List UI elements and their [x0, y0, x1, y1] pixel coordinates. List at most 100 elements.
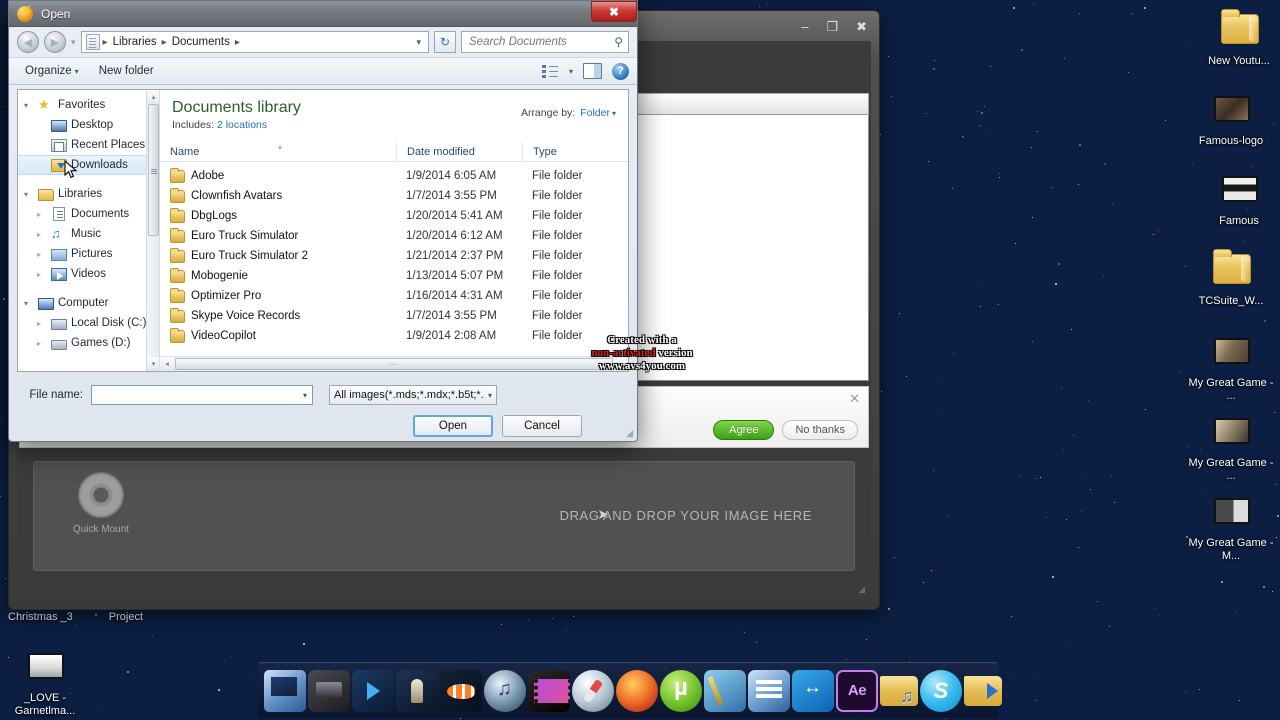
file-list-pane[interactable]: Documents library Includes: 2 locations …	[160, 90, 628, 371]
resize-grip-icon[interactable]: ◢	[626, 428, 633, 439]
column-header-date-modified[interactable]: Date modified	[396, 142, 522, 161]
dock-item-my-computer[interactable]	[264, 669, 306, 712]
file-row[interactable]: Euro Truck Simulator 1/20/2014 6:12 AM Fil…	[160, 226, 628, 246]
help-icon[interactable]: ?	[612, 62, 629, 80]
file-row[interactable]: Adobe 1/9/2014 6:05 AM File folder	[160, 166, 628, 186]
dock-item-euro-truck[interactable]	[308, 669, 350, 712]
sidebar-item-desktop[interactable]: Desktop	[18, 115, 159, 135]
dialog-titlebar[interactable]: Open ✖	[9, 1, 637, 27]
address-bar[interactable]: ▸ Libraries ▸ Documents ▸ ▾	[80, 31, 429, 53]
chevron-down-icon[interactable]: ▾	[569, 67, 573, 76]
file-name-cell[interactable]: Clownfish Avatars	[160, 187, 396, 203]
sidebar-item-videos[interactable]: ▸ Videos	[18, 264, 159, 284]
agree-button[interactable]: Agree	[713, 420, 775, 440]
view-mode-button[interactable]: ▾	[540, 63, 573, 79]
close-icon[interactable]: ✖	[852, 18, 871, 35]
navigation-pane[interactable]: ▾ ★ Favorites Desktop Recent Places Downloads…	[18, 90, 160, 371]
list-view-icon[interactable]	[540, 63, 562, 79]
filename-input[interactable]	[95, 388, 301, 402]
organize-menu-button[interactable]: Organize ▾	[17, 62, 87, 80]
sidebar-item-pictures[interactable]: ▸ Pictures	[18, 244, 159, 264]
refresh-button[interactable]: ↻	[434, 31, 456, 53]
horizontal-scroll-thumb[interactable]: ⋯	[175, 358, 613, 370]
chevron-down-icon[interactable]: ▾	[612, 109, 616, 118]
navpane-group-libraries[interactable]: ▾ Libraries	[18, 184, 159, 204]
search-icon[interactable]: ⚲	[614, 35, 623, 49]
file-row[interactable]: Optimizer Pro 1/16/2014 4:31 AM File folde…	[160, 286, 628, 306]
history-dropdown-icon[interactable]: ▾	[71, 37, 76, 48]
chevron-down-icon[interactable]: ▾	[488, 391, 492, 400]
dock-item-teamviewer[interactable]	[792, 669, 834, 712]
chevron-down-icon[interactable]: ▾	[416, 37, 424, 48]
desktop-icon[interactable]: TCSuite_W...	[1188, 248, 1274, 308]
dock-item-safari[interactable]	[572, 669, 614, 712]
taskbar-dock[interactable]: Ae S	[258, 662, 1002, 718]
file-rows[interactable]: Adobe 1/9/2014 6:05 AM File folder Clownfis…	[160, 162, 628, 346]
scroll-down-icon[interactable]: ▾	[147, 357, 159, 371]
desktop-icon[interactable]: Famous-logo	[1188, 88, 1274, 148]
minimize-icon[interactable]: –	[797, 18, 812, 35]
cancel-button[interactable]: Cancel	[502, 415, 582, 437]
dock-item-firefox[interactable]	[616, 669, 658, 712]
chevron-down-icon[interactable]: ▾	[301, 391, 309, 400]
desktop-icon[interactable]: _LOVE - Garnetlma...	[2, 645, 88, 718]
arrange-by-control[interactable]: Arrange by: Folder ▾	[521, 107, 616, 119]
navpane-group-computer[interactable]: ▾ Computer	[18, 293, 159, 313]
file-row[interactable]: DbgLogs 1/20/2014 5:41 AM File folder	[160, 206, 628, 226]
chevron-down-icon[interactable]: ▾	[24, 101, 34, 110]
horizontal-scrollbar[interactable]: ◂ ⋯ ▸	[160, 356, 628, 371]
chevron-right-icon[interactable]: ▸	[37, 250, 47, 259]
dock-item-paint[interactable]	[704, 669, 746, 712]
file-row[interactable]: Clownfish Avatars 1/7/2014 3:55 PM File fo…	[160, 186, 628, 206]
maximize-icon[interactable]: ❐	[822, 18, 842, 35]
column-header-type[interactable]: Type	[522, 142, 628, 161]
chevron-down-icon[interactable]: ▾	[24, 299, 34, 308]
breadcrumb-documents[interactable]: Documents	[170, 36, 232, 48]
quick-mount-button[interactable]: Quick Mount	[60, 472, 142, 535]
file-name-cell[interactable]: DbgLogs	[160, 207, 396, 223]
file-name-cell[interactable]: Skype Voice Records	[160, 307, 396, 323]
sidebar-item-music[interactable]: ▸ ♫ Music	[18, 224, 159, 244]
desktop-icon[interactable]: My Great Game - ...	[1188, 410, 1274, 483]
dock-item-chess[interactable]	[396, 669, 438, 712]
chevron-right-icon[interactable]: ▸	[37, 270, 47, 279]
file-row[interactable]: Skype Voice Records 1/7/2014 3:55 PM File …	[160, 306, 628, 326]
new-folder-button[interactable]: New folder	[91, 62, 162, 80]
scroll-up-icon[interactable]: ▴	[147, 90, 159, 104]
dock-item-video-folder[interactable]	[964, 675, 1002, 706]
chevron-right-icon[interactable]: ▸	[37, 230, 47, 239]
scrollbar-thumb[interactable]	[148, 104, 159, 236]
column-header-name[interactable]: Name ▴	[160, 142, 396, 161]
chevron-right-icon[interactable]: ▸	[37, 210, 47, 219]
sidebar-item-recent-places[interactable]: Recent Places	[18, 135, 159, 155]
chevron-right-icon[interactable]: ▸	[37, 319, 47, 328]
scroll-right-icon[interactable]: ▸	[614, 357, 628, 371]
dock-item-itunes[interactable]	[484, 669, 526, 712]
chevron-right-icon[interactable]: ▸	[37, 339, 47, 348]
sidebar-item-local-disk-c[interactable]: ▸ Local Disk (C:)	[18, 313, 159, 333]
open-button[interactable]: Open	[413, 415, 493, 437]
filename-combobox[interactable]: ▾	[91, 385, 313, 405]
dock-item-clownfish[interactable]	[440, 669, 482, 712]
navpane-scrollbar[interactable]: ▴ ▾	[146, 90, 159, 371]
file-row[interactable]: VideoCopilot 1/9/2014 2:08 AM File folder	[160, 326, 628, 346]
file-name-cell[interactable]: Optimizer Pro	[160, 287, 396, 303]
includes-locations-link[interactable]: 2 locations	[217, 119, 267, 131]
column-headers[interactable]: Name ▴ Date modified Type	[160, 142, 628, 162]
dock-item-after-effects[interactable]: Ae	[836, 669, 878, 712]
desktop-icon[interactable]: My Great Game - ...	[1188, 330, 1274, 403]
open-file-dialog[interactable]: Open ✖ ◀ ▶ ▾ ▸ Libraries ▸ Documents ▸ ▾…	[8, 0, 638, 442]
file-name-cell[interactable]: Euro Truck Simulator	[160, 227, 396, 243]
file-name-cell[interactable]: Mobogenie	[160, 267, 396, 283]
breadcrumb-libraries[interactable]: Libraries	[111, 36, 159, 48]
close-icon[interactable]: ✕	[849, 391, 860, 407]
dock-item-video-editor[interactable]	[528, 669, 570, 712]
search-box[interactable]: ⚲	[461, 31, 629, 53]
dock-item-control-panel[interactable]	[748, 669, 790, 712]
scroll-left-icon[interactable]: ◂	[160, 357, 174, 371]
no-thanks-button[interactable]: No thanks	[782, 420, 858, 440]
search-input[interactable]	[467, 35, 615, 49]
navpane-group-favorites[interactable]: ▾ ★ Favorites	[18, 95, 159, 115]
close-button[interactable]: ✖	[591, 1, 637, 22]
navigation-tree[interactable]: ▾ ★ Favorites Desktop Recent Places Downloads…	[18, 95, 159, 353]
